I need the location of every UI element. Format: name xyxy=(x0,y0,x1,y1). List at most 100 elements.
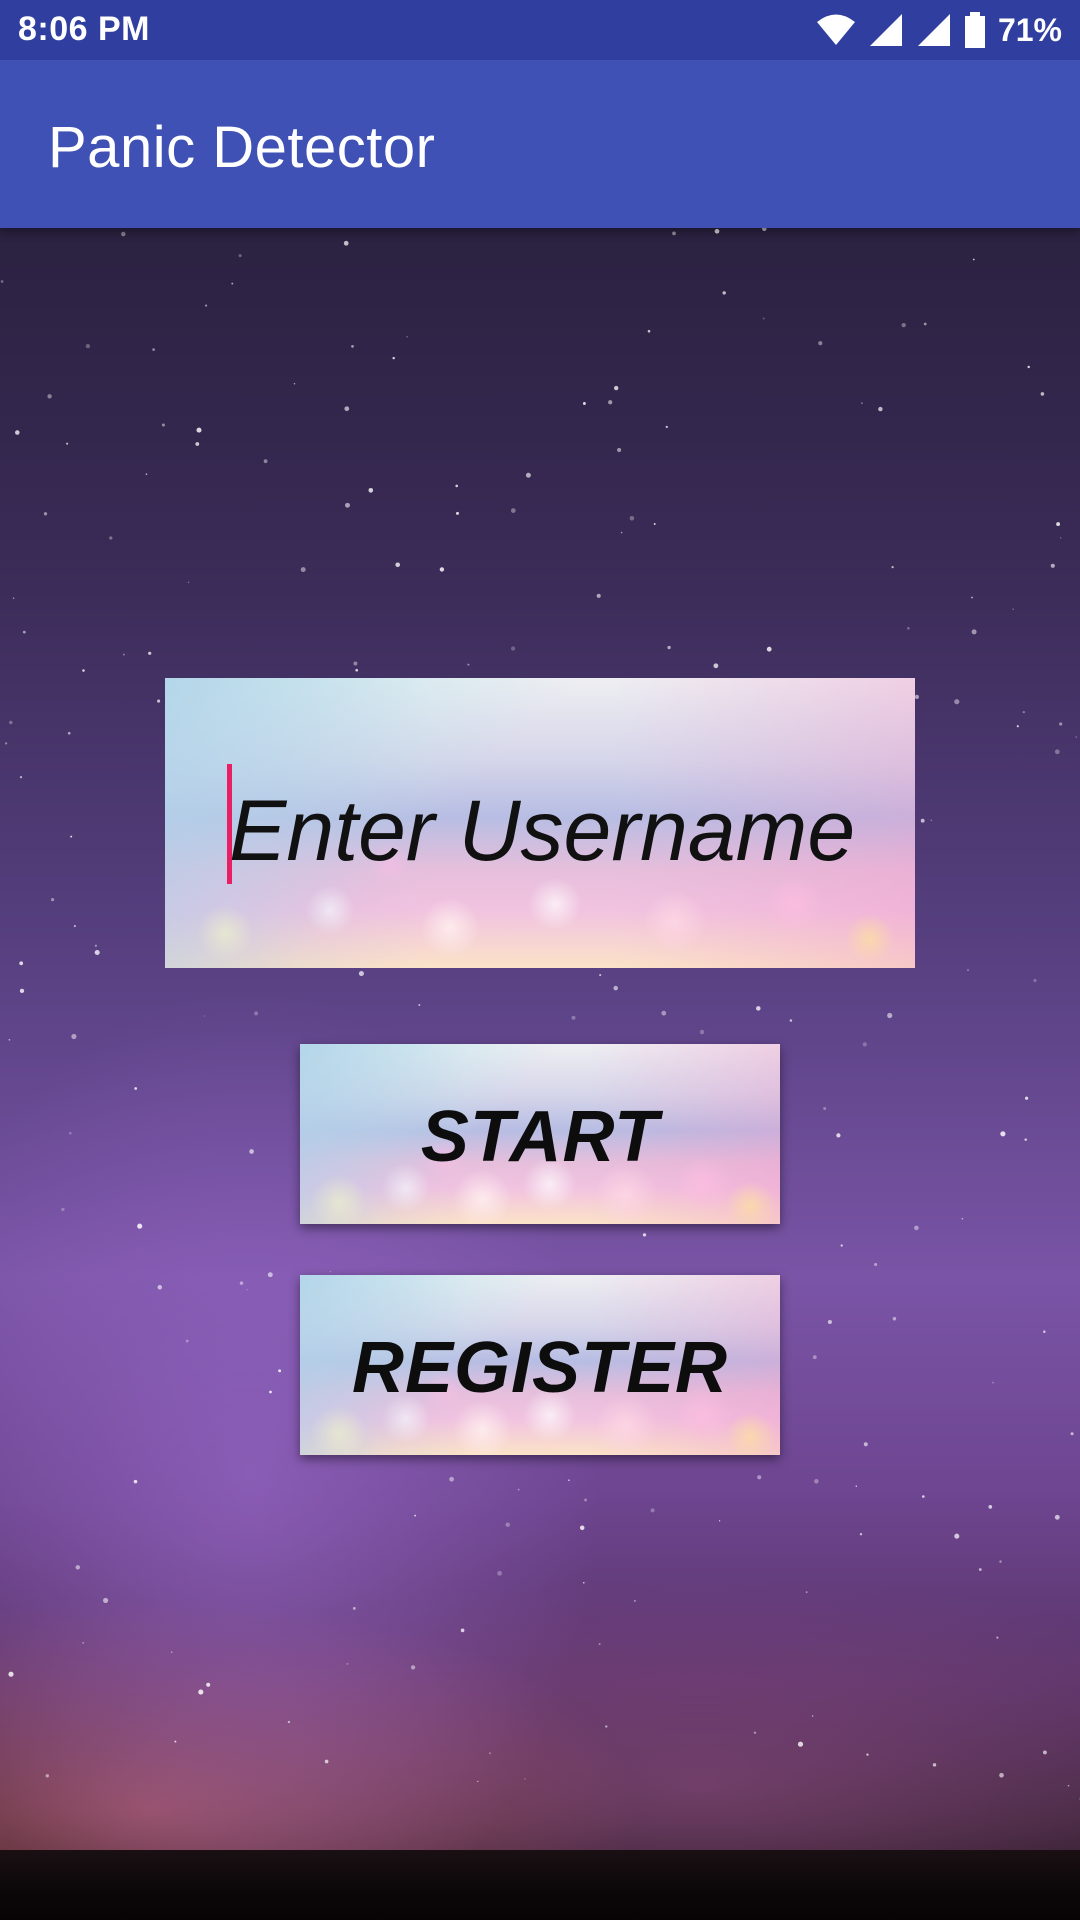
star xyxy=(614,385,619,391)
star xyxy=(71,1033,77,1040)
star xyxy=(134,1087,138,1090)
star xyxy=(766,646,772,652)
start-button-label: START xyxy=(420,1097,660,1177)
signal-icon xyxy=(916,12,952,48)
star xyxy=(722,291,726,295)
star xyxy=(1022,710,1025,714)
star xyxy=(51,898,55,902)
star xyxy=(914,694,920,700)
star xyxy=(85,343,91,349)
star xyxy=(971,629,977,635)
star xyxy=(94,944,98,947)
horizon-silhouette xyxy=(0,1850,1080,1920)
star xyxy=(823,1106,827,1111)
star xyxy=(1054,749,1060,755)
star xyxy=(840,1244,843,1247)
username-input[interactable]: Enter Username xyxy=(165,678,915,968)
star xyxy=(61,1207,65,1212)
star xyxy=(608,400,613,405)
star xyxy=(196,427,202,433)
status-bar: 8:06 PM 71% xyxy=(0,0,1080,60)
star xyxy=(477,1780,479,1783)
star xyxy=(972,258,975,261)
star xyxy=(157,699,161,703)
star xyxy=(269,1390,272,1394)
star xyxy=(647,329,651,333)
star xyxy=(1070,1432,1074,1436)
star xyxy=(460,1628,465,1633)
star xyxy=(174,1740,177,1743)
star xyxy=(351,345,354,348)
star xyxy=(152,348,155,351)
star xyxy=(467,663,470,666)
star xyxy=(1040,392,1045,396)
wifi-icon xyxy=(816,13,856,47)
star xyxy=(9,720,13,725)
register-button[interactable]: REGISTER xyxy=(300,1275,780,1455)
status-icons: 71% xyxy=(816,8,1062,52)
signal-icon xyxy=(868,12,904,48)
star xyxy=(82,1641,85,1644)
star xyxy=(901,322,906,328)
star xyxy=(161,423,165,427)
star xyxy=(67,731,71,735)
star xyxy=(878,406,883,412)
star xyxy=(653,523,656,525)
star xyxy=(203,1015,206,1017)
star xyxy=(392,356,395,360)
star xyxy=(22,630,26,634)
star xyxy=(988,1505,993,1509)
star xyxy=(999,1773,1004,1778)
star xyxy=(862,1042,867,1047)
star xyxy=(510,646,516,651)
star xyxy=(1059,722,1063,726)
star xyxy=(254,1011,259,1016)
star xyxy=(892,1316,897,1321)
star xyxy=(762,228,767,232)
star xyxy=(206,1682,211,1687)
star xyxy=(344,406,350,412)
star xyxy=(517,1488,520,1491)
star xyxy=(75,1565,81,1570)
star xyxy=(584,1498,588,1502)
star xyxy=(345,502,350,508)
star xyxy=(805,1591,808,1593)
star xyxy=(753,1731,757,1734)
star xyxy=(109,536,113,540)
screen: 8:06 PM 71% Panic Detector Enter Usernam… xyxy=(0,0,1080,1920)
star xyxy=(329,1270,332,1273)
battery-icon xyxy=(964,12,986,48)
star xyxy=(293,383,296,385)
star xyxy=(613,985,618,991)
star xyxy=(1056,522,1061,527)
star xyxy=(1067,1784,1070,1787)
star xyxy=(406,335,408,338)
app-bar: Panic Detector xyxy=(0,60,1080,228)
star xyxy=(1027,365,1030,369)
star xyxy=(620,531,623,534)
star xyxy=(1000,1131,1006,1137)
star xyxy=(66,442,69,445)
app-title: Panic Detector xyxy=(48,115,436,180)
star xyxy=(1033,978,1037,983)
star xyxy=(157,1285,163,1290)
battery-percentage: 71% xyxy=(997,11,1062,48)
star xyxy=(145,473,148,475)
star xyxy=(300,567,306,573)
star xyxy=(195,442,200,446)
register-button-label: REGISTER xyxy=(351,1328,729,1408)
star xyxy=(69,1131,72,1135)
star xyxy=(133,1479,138,1484)
star xyxy=(263,459,268,464)
star xyxy=(999,1560,1002,1563)
start-button[interactable]: START xyxy=(300,1044,780,1224)
star xyxy=(1024,1138,1027,1141)
star xyxy=(267,1272,273,1278)
star xyxy=(489,1752,491,1755)
star xyxy=(661,1010,667,1016)
star xyxy=(43,512,48,516)
star xyxy=(672,231,676,236)
star xyxy=(455,511,460,515)
star xyxy=(583,1582,585,1584)
star xyxy=(971,596,973,599)
